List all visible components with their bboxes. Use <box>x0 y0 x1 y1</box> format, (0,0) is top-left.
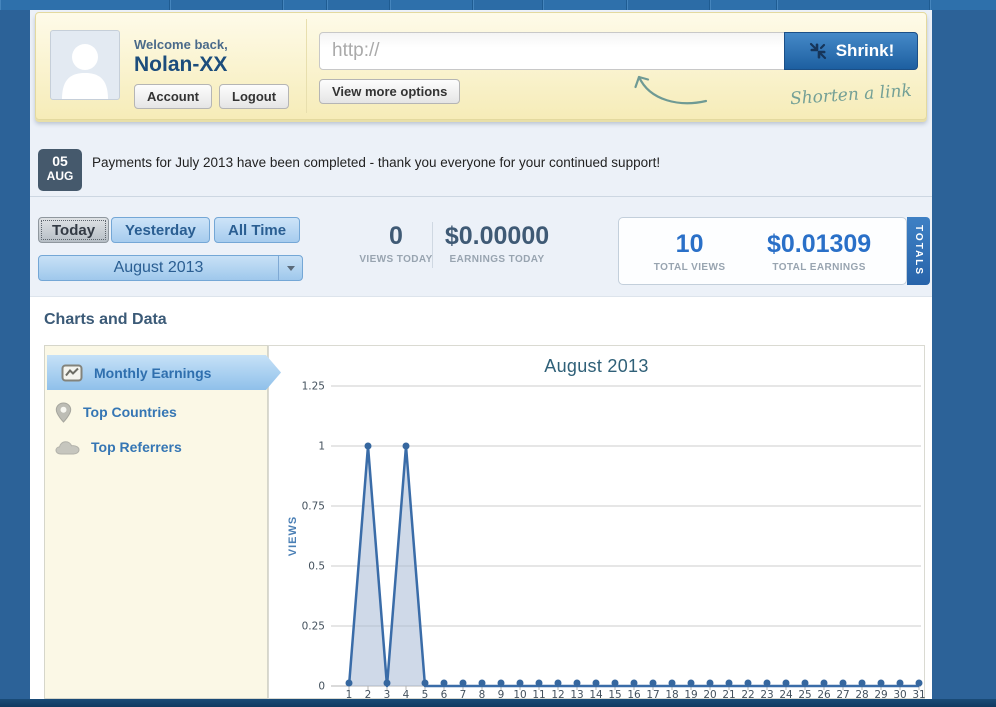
svg-text:1.25: 1.25 <box>302 381 325 393</box>
top-nav-bar <box>0 0 996 10</box>
total-views-label: TOTAL VIEWS <box>654 262 726 273</box>
nav-tab[interactable] <box>170 0 283 10</box>
nav-tab[interactable] <box>930 0 996 10</box>
divider <box>306 19 307 113</box>
map-pin-icon <box>55 402 72 423</box>
menu-item-label: Top Referrers <box>91 439 182 455</box>
svg-text:0.25: 0.25 <box>302 621 325 633</box>
earnings-today-stat: $0.00000 EARNINGS TODAY <box>442 222 552 265</box>
svg-text:0.5: 0.5 <box>308 561 325 573</box>
chevron-down-icon <box>287 266 295 271</box>
account-button[interactable]: Account <box>134 84 212 109</box>
shrink-icon <box>808 41 828 61</box>
date-day: 05 <box>38 154 82 169</box>
view-more-options-button[interactable]: View more options <box>319 79 460 104</box>
announcement-text: Payments for July 2013 have been complet… <box>92 155 660 170</box>
nav-tab[interactable] <box>327 0 390 10</box>
curved-arrow-icon <box>630 69 708 107</box>
tab-yesterday[interactable]: Yesterday <box>111 217 210 243</box>
earnings-today-label: EARNINGS TODAY <box>442 254 552 265</box>
charts-menu-panel: Monthly Earnings Top Countries Top Refer… <box>44 345 268 699</box>
date-month: AUG <box>38 169 82 184</box>
username: Nolan-XX <box>134 53 227 77</box>
menu-item-monthly-earnings[interactable]: Monthly Earnings <box>47 355 281 390</box>
stats-row: Today Yesterday All Time August 2013 0 V… <box>30 197 932 297</box>
svg-text:1: 1 <box>318 441 325 453</box>
nav-tab[interactable] <box>0 0 170 10</box>
shorten-card: Welcome back, Nolan-XX Account Logout <box>35 12 927 120</box>
chart-panel: August 2013 00.250.50.7511.2512345678910… <box>268 345 925 699</box>
monthly-views-chart: 00.250.50.7511.2512345678910111213141516… <box>269 346 926 700</box>
nav-tab[interactable] <box>283 0 327 10</box>
main-content: Welcome back, Nolan-XX Account Logout <box>30 10 932 699</box>
views-today-label: VIEWS TODAY <box>356 254 436 265</box>
totals-tab[interactable]: TOTALS <box>907 217 930 285</box>
page: Welcome back, Nolan-XX Account Logout <box>0 0 996 707</box>
person-silhouette-icon <box>51 31 119 99</box>
month-selector-value: August 2013 <box>39 259 278 277</box>
nav-tab[interactable] <box>627 0 710 10</box>
svg-text:0: 0 <box>318 681 325 693</box>
menu-item-label: Top Countries <box>83 404 177 420</box>
tab-today[interactable]: Today <box>38 217 109 243</box>
section-heading: Charts and Data <box>44 311 167 329</box>
views-today-value: 0 <box>356 222 436 250</box>
logout-button[interactable]: Logout <box>219 84 289 109</box>
dropdown-arrow-box[interactable] <box>278 256 302 280</box>
menu-item-top-referrers[interactable]: Top Referrers <box>55 434 182 460</box>
date-badge: 05 AUG <box>38 149 82 191</box>
announcement-bar: 05 AUG Payments for July 2013 have been … <box>30 140 932 197</box>
nav-tab[interactable] <box>710 0 777 10</box>
charts-and-data-section: Charts and Data Monthly Earnings Top Cou… <box>30 297 932 699</box>
line-chart-icon <box>61 364 83 382</box>
tab-all-time[interactable]: All Time <box>214 217 300 243</box>
earnings-today-value: $0.00000 <box>442 222 552 250</box>
shrink-button-label: Shrink! <box>836 41 895 61</box>
shrink-button[interactable]: Shrink! <box>784 32 918 70</box>
footer-bar <box>0 699 996 707</box>
nav-tab[interactable] <box>777 0 930 10</box>
totals-box: 10 TOTAL VIEWS $0.01309 TOTAL EARNINGS <box>618 217 907 285</box>
views-today-stat: 0 VIEWS TODAY <box>356 222 436 265</box>
nav-tab[interactable] <box>473 0 543 10</box>
shorten-a-link-note: Shorten a link <box>790 81 913 109</box>
month-selector[interactable]: August 2013 <box>38 255 303 281</box>
avatar <box>50 30 120 100</box>
divider <box>432 222 433 268</box>
total-views-stat: 10 TOTAL VIEWS <box>654 230 726 273</box>
menu-item-label: Monthly Earnings <box>94 365 211 381</box>
total-earnings-label: TOTAL EARNINGS <box>767 262 871 273</box>
total-earnings-value: $0.01309 <box>767 230 871 258</box>
total-earnings-stat: $0.01309 TOTAL EARNINGS <box>767 230 871 273</box>
nav-tab[interactable] <box>390 0 473 10</box>
welcome-text: Welcome back, <box>134 37 228 52</box>
svg-text:VIEWS: VIEWS <box>287 516 299 556</box>
svg-text:0.75: 0.75 <box>302 501 325 513</box>
nav-tab[interactable] <box>543 0 627 10</box>
cloud-icon <box>55 440 80 455</box>
menu-item-top-countries[interactable]: Top Countries <box>55 399 177 425</box>
total-views-value: 10 <box>654 230 726 258</box>
